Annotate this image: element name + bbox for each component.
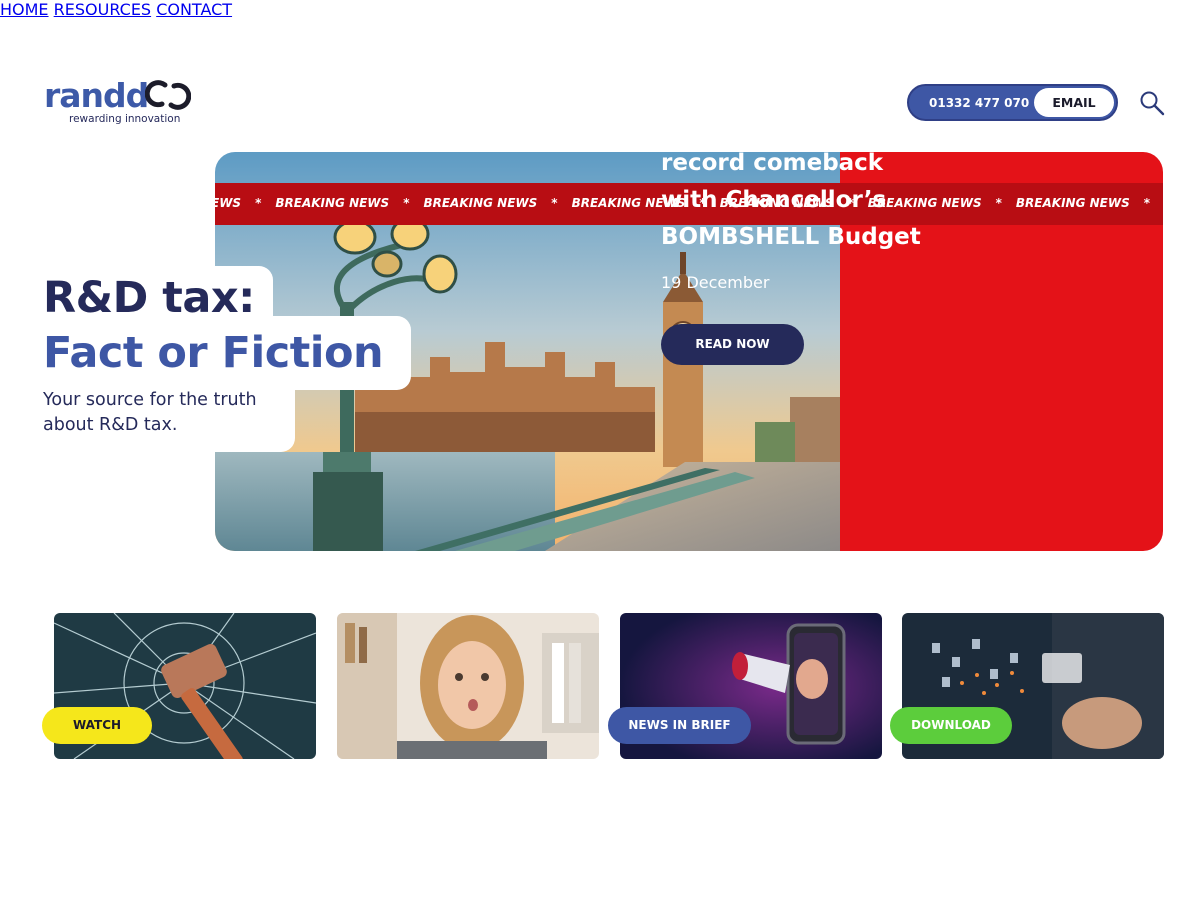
ticker-lead: EWS	[215, 196, 242, 210]
card-surprised-image[interactable]	[337, 613, 599, 759]
ticker-separator: *	[403, 196, 410, 210]
logo-tagline: rewarding innovation	[69, 113, 181, 125]
hero-subtitle: Your source for the truth about R&D tax.	[43, 390, 257, 435]
hero-title-line1: R&D tax:	[43, 273, 255, 323]
news-date: 19 December	[661, 273, 770, 292]
contact-pill: 01332 477 070 EMAIL	[907, 84, 1118, 121]
ticker-separator: *	[255, 196, 262, 210]
nav-contact[interactable]: CONTACT	[156, 0, 232, 19]
ticker-separator: *	[1143, 196, 1151, 210]
ticker-separator: *	[551, 196, 558, 210]
news-in-brief-button[interactable]: NEWS IN BRIEF	[608, 707, 751, 744]
nav-resources[interactable]: RESOURCES	[54, 0, 151, 19]
download-button[interactable]: DOWNLOAD	[890, 707, 1012, 744]
main-nav: HOME RESOURCES CONTACT	[0, 0, 1200, 19]
watch-button[interactable]: WATCH	[42, 707, 152, 744]
nav-home[interactable]: HOME	[0, 0, 49, 19]
phone-button[interactable]: 01332 477 070	[929, 96, 1029, 110]
logo[interactable]: randd rewarding innovation	[44, 76, 204, 128]
logo-mark-icon	[145, 80, 191, 110]
logo-wordmark: randd	[44, 76, 149, 115]
read-now-button[interactable]: READ NOW	[661, 324, 804, 365]
email-button[interactable]: EMAIL	[1034, 88, 1114, 117]
hero-title-line2: Fact or Fiction	[43, 328, 384, 378]
ticker-separator: *	[995, 196, 1002, 210]
ticker-item: BREAKING NEWS	[1015, 196, 1130, 210]
search-icon[interactable]	[1138, 89, 1166, 117]
news-headline[interactable]: R&D tax makes record comeback with Chanc…	[661, 108, 931, 256]
ticker-item: BREAKING NEWS	[275, 196, 390, 210]
ticker-item: BREAKING NEWS	[423, 196, 538, 210]
